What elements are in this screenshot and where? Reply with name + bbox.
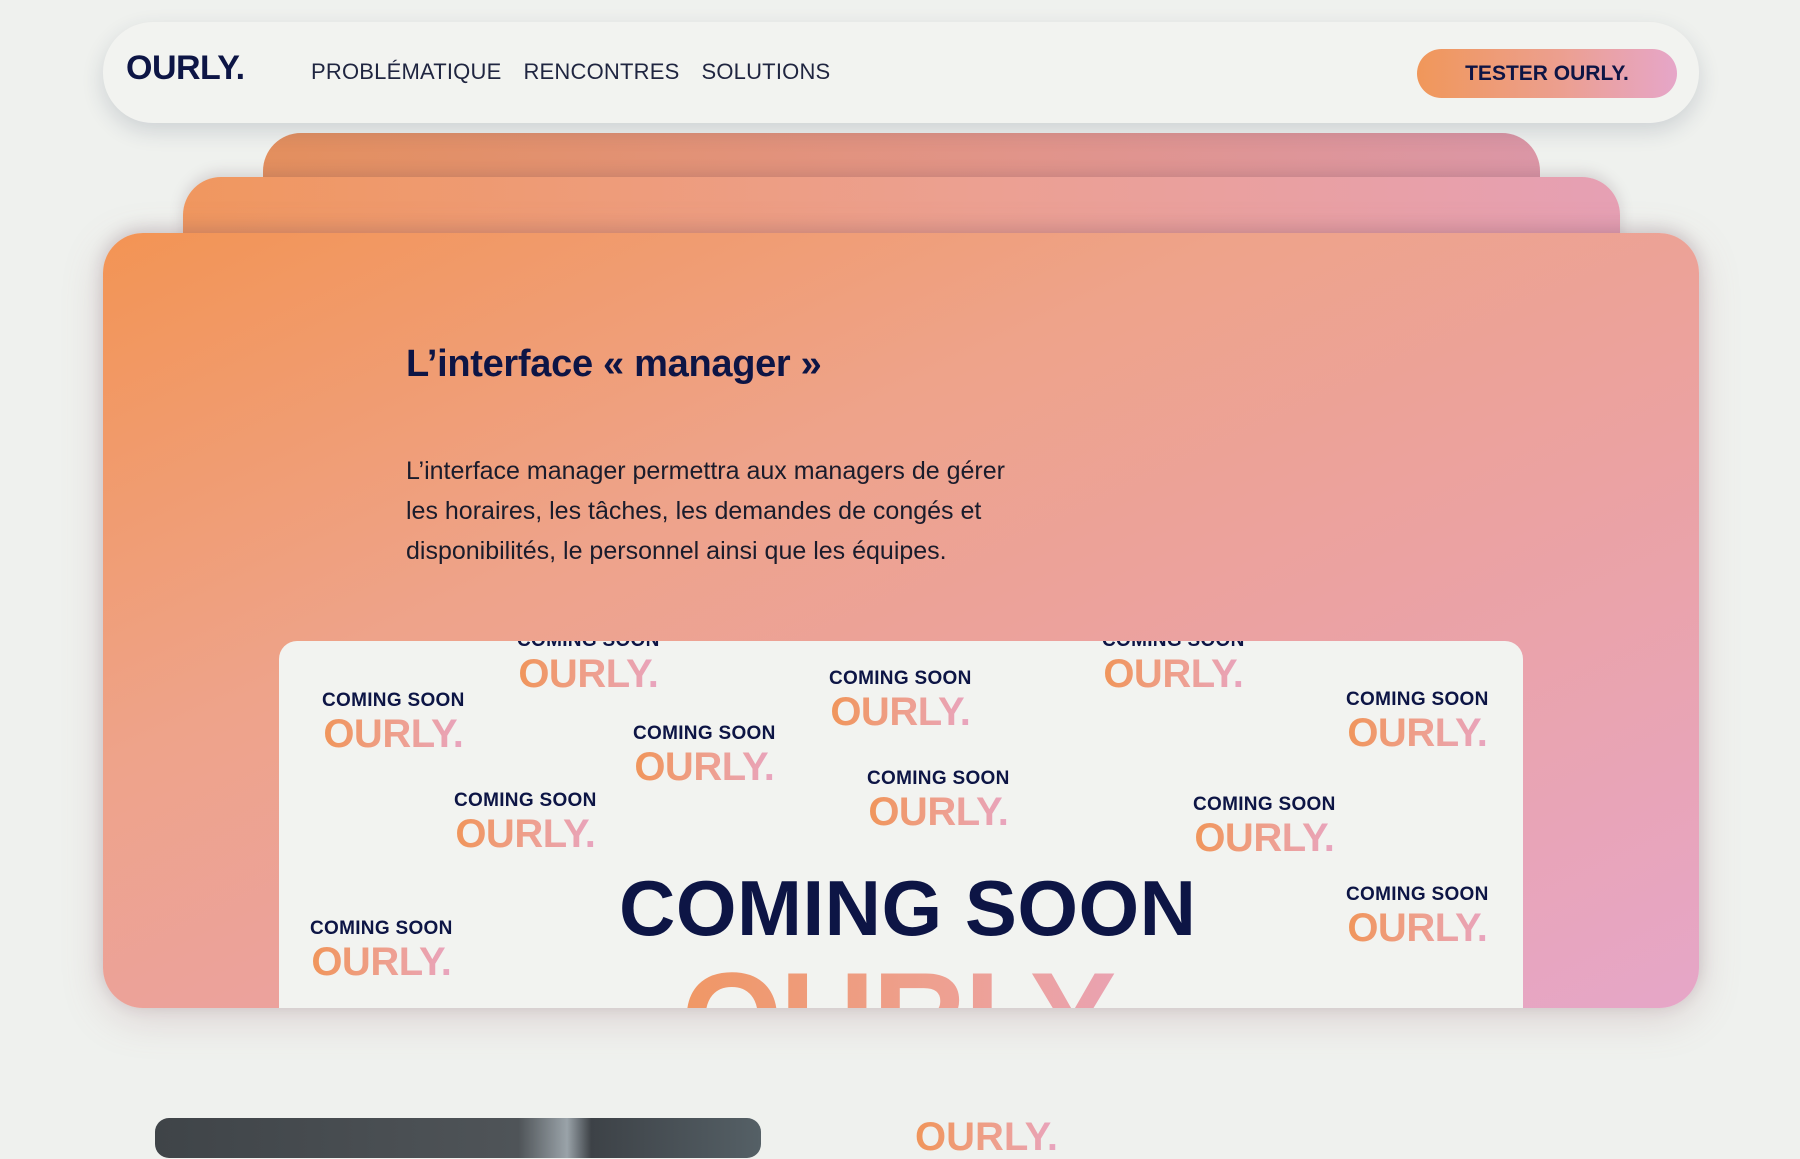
ourly-wordmark: OURLY. bbox=[1347, 711, 1488, 755]
coming-soon-tag: COMING SOON OURLY. bbox=[867, 769, 1010, 832]
coming-soon-tag: COMING SOON OURLY. bbox=[322, 691, 465, 754]
coming-soon-text: COMING SOON bbox=[310, 918, 453, 939]
card-description: L’interface manager permettra aux manage… bbox=[406, 457, 1005, 565]
nav-link-problematique[interactable]: PROBLÉMATIQUE bbox=[311, 59, 501, 85]
coming-soon-tag: COMING SOON OURLY. bbox=[1102, 641, 1245, 694]
coming-soon-tag: COMING SOON OURLY. bbox=[310, 919, 453, 982]
ourly-wordmark: OURLY. bbox=[455, 812, 596, 856]
ourly-wordmark: OURLY. bbox=[1103, 652, 1244, 696]
coming-soon-text: COMING SOON bbox=[633, 723, 776, 744]
nav-link-solutions[interactable]: SOLUTIONS bbox=[701, 59, 830, 85]
ourly-hero-wordmark: OURLY. bbox=[619, 953, 1197, 1008]
coming-soon-text: COMING SOON bbox=[322, 690, 465, 711]
ourly-wordmark: OURLY. bbox=[311, 940, 452, 984]
coming-soon-text: COMING SOON bbox=[1193, 794, 1336, 815]
nav-links: PROBLÉMATIQUE RENCONTRES SOLUTIONS bbox=[311, 59, 830, 85]
coming-soon-tag: COMING SOON OURLY. bbox=[1346, 690, 1489, 753]
coming-soon-tag: COMING SOON OURLY. bbox=[1346, 885, 1489, 948]
coming-soon-text: COMING SOON bbox=[867, 768, 1010, 789]
coming-soon-tag: COMING SOON OURLY. bbox=[633, 724, 776, 787]
ourly-wordmark: OURLY. bbox=[868, 790, 1009, 834]
coming-soon-tag: COMING SOON OURLY. bbox=[517, 641, 660, 694]
manager-interface-card: L’interface « manager » L’interface mana… bbox=[103, 233, 1699, 1008]
tester-ourly-button[interactable]: TESTER OURLY. bbox=[1417, 49, 1677, 98]
ourly-wordmark: OURLY. bbox=[1194, 816, 1335, 860]
coming-soon-hero-text: COMING SOON bbox=[619, 864, 1197, 952]
logo[interactable]: OURLY. bbox=[126, 49, 245, 88]
coming-soon-text: COMING SOON bbox=[517, 641, 660, 650]
ourly-wordmark: OURLY. bbox=[518, 652, 659, 696]
nav-link-rencontres[interactable]: RENCONTRES bbox=[523, 59, 679, 85]
ourly-wordmark: OURLY. bbox=[634, 745, 775, 789]
ourly-wordmark: OURLY. bbox=[323, 712, 464, 756]
coming-soon-text: COMING SOON bbox=[454, 790, 597, 811]
ourly-wordmark: OURLY. bbox=[1347, 906, 1488, 950]
coming-soon-tag: COMING SOON OURLY. bbox=[454, 791, 597, 854]
coming-soon-preview: COMING SOON OURLY. COMING SOON OURLY. CO… bbox=[279, 641, 1523, 1008]
navbar: OURLY. PROBLÉMATIQUE RENCONTRES SOLUTION… bbox=[103, 22, 1699, 123]
coming-soon-hero: COMING SOON OURLY. bbox=[619, 869, 1197, 1008]
coming-soon-tag: COMING SOON OURLY. bbox=[829, 669, 972, 732]
coming-soon-tag: COMING SOON OURLY. bbox=[1193, 795, 1336, 858]
next-section-wordmark: OURLY. bbox=[915, 1115, 1059, 1159]
coming-soon-text: COMING SOON bbox=[829, 668, 972, 689]
next-section-image bbox=[155, 1118, 761, 1158]
coming-soon-text: COMING SOON bbox=[1346, 884, 1489, 905]
coming-soon-text: COMING SOON bbox=[1346, 689, 1489, 710]
ourly-wordmark: OURLY. bbox=[830, 690, 971, 734]
coming-soon-text: COMING SOON bbox=[1102, 641, 1245, 650]
card-title: L’interface « manager » bbox=[406, 343, 822, 385]
